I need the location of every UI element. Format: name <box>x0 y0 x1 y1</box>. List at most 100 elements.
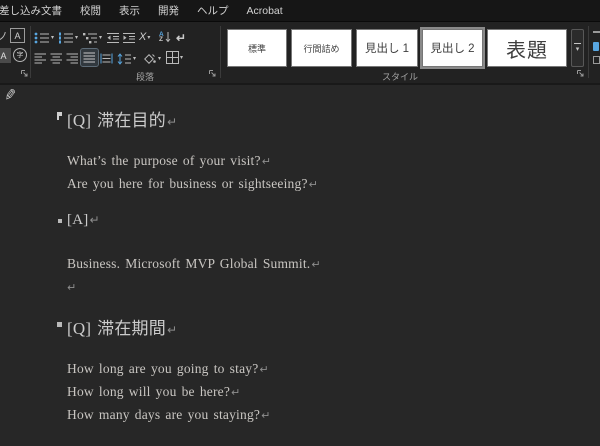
justify-icon <box>83 52 96 63</box>
empty-line[interactable]: ↵ <box>67 279 76 295</box>
paragraph-mark: ↵ <box>167 115 177 129</box>
distribute-button[interactable] <box>100 50 113 67</box>
multilevel-list-button[interactable]: ▾ <box>82 29 102 46</box>
chevron-down-icon: ▾ <box>51 35 54 41</box>
heading-line[interactable]: [Q] 滞在目的↵ <box>67 106 177 131</box>
borders-grid-icon <box>166 51 179 64</box>
heading-text: [Q] 滞在目的 <box>67 111 166 130</box>
word-window: 差し込み文書 校閲 表示 開発 ヘルプ Acrobat ノ A A 字 ▾ <box>0 0 600 446</box>
align-right-button[interactable] <box>66 50 79 67</box>
enclose-characters-glyph: 字 <box>17 50 24 60</box>
style-heading-1[interactable]: 見出し 1 <box>356 29 418 67</box>
body-line[interactable]: How long are you going to stay?↵ <box>67 361 269 377</box>
increase-indent-icon <box>122 32 136 44</box>
select-icon[interactable] <box>593 56 600 64</box>
paragraph-mark: ↵ <box>89 213 99 227</box>
tab-mailings[interactable]: 差し込み文書 <box>0 0 71 22</box>
chevron-down-icon: ▾ <box>576 46 580 53</box>
character-shading-glyph: A <box>0 51 6 61</box>
justify-button[interactable] <box>81 49 98 66</box>
tab-view[interactable]: 表示 <box>110 0 149 22</box>
body-line[interactable]: How many days are you staying?↵ <box>67 407 271 423</box>
chevron-down-icon: ▾ <box>99 35 102 41</box>
body-line[interactable]: How long will you be here?↵ <box>67 384 240 400</box>
body-text: How long are you going to stay? <box>67 361 258 376</box>
numbered-list-icon <box>58 32 74 44</box>
decrease-indent-button[interactable] <box>106 29 120 46</box>
numbered-list-button[interactable]: ▾ <box>58 29 78 46</box>
style-normal[interactable]: 標準 <box>227 29 287 67</box>
style-heading-2[interactable]: 見出し 2 <box>422 29 483 67</box>
pen-icon: ✎ <box>3 85 18 105</box>
shading-button[interactable]: ▾ <box>142 50 161 67</box>
line-spacing-icon <box>117 53 132 65</box>
body-text: Business. Microsoft MVP Global Summit. <box>67 256 310 271</box>
heading-text: [A] <box>67 212 88 228</box>
body-line[interactable]: What’s the purpose of your visit?↵ <box>67 153 271 169</box>
group-separator <box>30 26 31 78</box>
tab-review[interactable]: 校閲 <box>71 0 110 22</box>
body-line[interactable]: Business. Microsoft MVP Global Summit.↵ <box>67 256 321 272</box>
chevron-down-icon: ▾ <box>133 56 136 62</box>
style-label: 見出し 1 <box>365 40 409 56</box>
style-no-spacing[interactable]: 行間詰め <box>291 29 352 67</box>
more-bar <box>574 43 581 44</box>
style-title[interactable]: 表題 <box>487 29 567 67</box>
paragraph-mark: ↵ <box>262 155 271 168</box>
chevron-down-icon: ▾ <box>75 35 78 41</box>
paragraph-mark: ↵ <box>311 258 320 271</box>
body-text: How many days are you staying? <box>67 407 260 422</box>
paragraph-mark: ↵ <box>261 409 270 422</box>
paragraph-mark: ↵ <box>167 323 177 337</box>
sort-icon: A Z <box>159 32 164 42</box>
style-label: 標準 <box>248 42 266 55</box>
align-left-icon <box>34 53 47 64</box>
find-icon[interactable] <box>593 31 600 33</box>
body-text: Are you here for business or sightseeing… <box>67 176 308 191</box>
phonetic-guide-icon[interactable]: ノ <box>0 28 8 44</box>
heading-text: [Q] 滞在期間 <box>67 319 166 338</box>
align-left-button[interactable] <box>34 50 47 67</box>
replace-icon[interactable] <box>593 42 599 51</box>
character-border-icon[interactable]: A <box>10 28 25 43</box>
sort-button[interactable]: A Z <box>159 28 171 45</box>
body-text: What’s the purpose of your visit? <box>67 153 261 168</box>
show-formatting-marks-button[interactable]: ↵ <box>176 29 186 46</box>
paint-bucket-icon <box>142 53 157 65</box>
tab-help[interactable]: ヘルプ <box>188 0 238 22</box>
increase-indent-button[interactable] <box>122 29 136 46</box>
paragraph-mark: ↵ <box>309 178 318 191</box>
document-canvas[interactable]: ✎ [Q] 滞在目的↵ What’s the purpose of your v… <box>0 85 600 446</box>
line-spacing-button[interactable]: ▾ <box>117 50 136 67</box>
decrease-indent-icon <box>106 32 120 44</box>
align-center-icon <box>50 53 63 64</box>
paragraph-group-label: 段落 <box>95 70 195 82</box>
heading-collapse-marker[interactable] <box>57 322 62 327</box>
enclose-characters-icon[interactable]: 字 <box>13 48 27 62</box>
tab-developer[interactable]: 開発 <box>149 0 188 22</box>
heading-collapse-marker[interactable] <box>58 219 62 223</box>
heading-line[interactable]: [A]↵ <box>67 212 100 229</box>
styles-dialog-launcher[interactable] <box>576 69 585 78</box>
paragraph-dialog-launcher[interactable] <box>208 69 217 78</box>
paragraph-mark: ↵ <box>67 281 76 294</box>
body-line[interactable]: Are you here for business or sightseeing… <box>67 176 318 192</box>
style-gallery-more-button[interactable]: ▾ <box>571 29 584 67</box>
distribute-icon <box>100 53 113 64</box>
asian-layout-icon: X <box>139 32 146 43</box>
borders-button[interactable]: ▾ <box>166 49 183 66</box>
tab-acrobat[interactable]: Acrobat <box>238 0 292 22</box>
chevron-down-icon: ▾ <box>180 55 183 61</box>
heading-collapse-marker[interactable] <box>57 112 59 120</box>
character-shading-icon[interactable]: A <box>0 48 11 63</box>
paragraph-mark: ↵ <box>259 363 268 376</box>
font-dialog-launcher[interactable] <box>20 69 29 78</box>
asian-layout-button[interactable]: X ▾ <box>139 29 150 46</box>
bullet-list-button[interactable]: ▾ <box>34 29 54 46</box>
heading-line[interactable]: [Q] 滞在期間↵ <box>67 314 177 339</box>
chevron-down-icon: ▾ <box>158 56 161 62</box>
align-center-button[interactable] <box>50 50 63 67</box>
ribbon: ノ A A 字 ▾ ▾ <box>0 22 600 85</box>
character-border-glyph: A <box>14 31 20 41</box>
group-separator <box>220 26 221 78</box>
